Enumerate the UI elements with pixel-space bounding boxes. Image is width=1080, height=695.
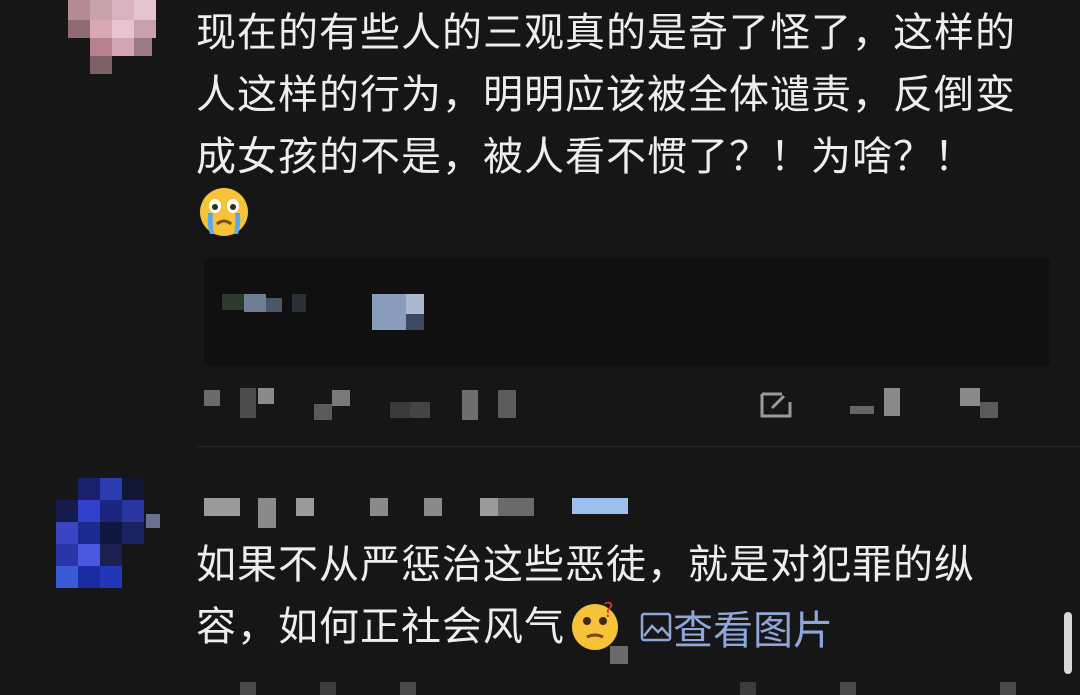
scrollbar[interactable] [1064, 612, 1072, 674]
obscured-next-row [240, 682, 1016, 695]
svg-text:?: ? [603, 601, 614, 622]
comment-text-line: 成女孩的不是，被人看不惯了？！为啥？！ [196, 134, 975, 180]
image-icon [640, 612, 672, 642]
view-image-label: 查看图片 [673, 608, 833, 654]
obscured-reply-content [222, 294, 424, 330]
comment-action-row [0, 380, 1080, 430]
crying-face-emoji-icon [200, 188, 248, 236]
reply-icon[interactable] [758, 388, 794, 422]
comment-text: 如果不从严惩治这些恶徒，就是对犯罪的纵 [196, 534, 1056, 596]
comment-text-line: 人这样的行为，明明应该被全体谴责，反倒变 [196, 72, 1016, 118]
comment-text-line: 现在的有些人的三观真的是奇了怪了，这样的 [196, 10, 1016, 56]
quoted-reply-box[interactable] [204, 258, 1050, 366]
avatar[interactable] [54, 478, 168, 594]
view-image-link[interactable]: 查看图片 [639, 598, 833, 656]
comment-text-line: 如果不从严惩治这些恶徒，就是对犯罪的纵 [196, 542, 975, 588]
obscured-username [204, 498, 628, 528]
comment-text-line: 容，如何正社会风气 [196, 604, 565, 650]
obscured-fragment [610, 646, 628, 664]
comment-text-line-with-link: 容，如何正社会风气 ? 查看图片 [196, 596, 833, 658]
avatar-pixelated-image [68, 0, 156, 74]
obscured-comment-meta [204, 388, 998, 420]
comment-divider [196, 446, 1080, 447]
avatar[interactable] [60, 0, 170, 74]
comment-text: 现在的有些人的三观真的是奇了怪了，这样的 人这样的行为，明明应该被全体谴责，反倒… [196, 2, 1056, 188]
avatar-pixelated-image [56, 478, 160, 588]
